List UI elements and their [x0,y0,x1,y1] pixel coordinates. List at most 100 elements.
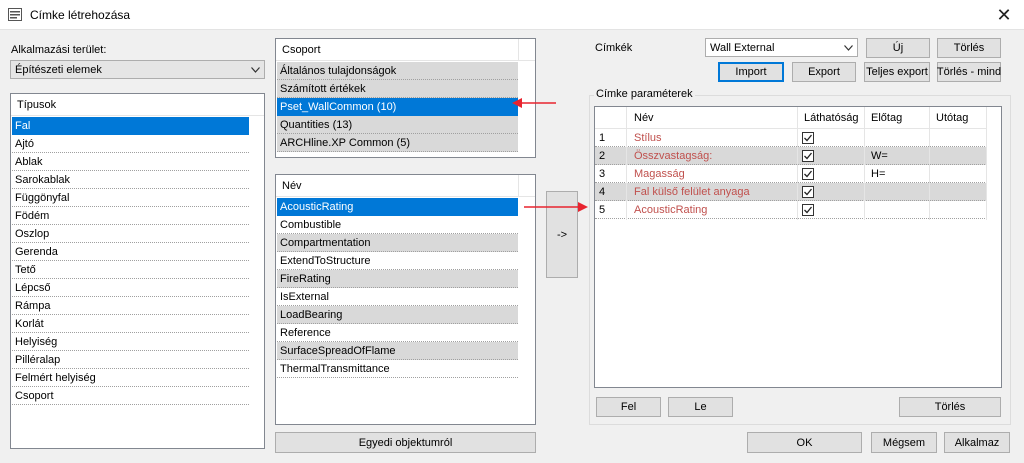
list-item-label: FireRating [280,273,331,285]
list-item[interactable]: Pset_WallCommon (10) [277,98,518,116]
name-list[interactable]: Név AcousticRating Combustible Compartment… [275,174,536,425]
list-item[interactable]: LoadBearing [277,306,518,324]
list-item[interactable]: Csoport [12,387,249,405]
list-item[interactable]: Combustible [277,216,518,234]
move-down-button[interactable]: Le [668,397,733,417]
types-header-label: Típusok [17,99,57,111]
params-grid[interactable]: Név Láthatóság Előtag Utótag 1 Stílus 2 Öss… [594,106,1002,388]
list-item[interactable]: SurfaceSpreadOfFlame [277,342,518,360]
close-icon[interactable]: ✕ [988,2,1020,28]
list-item-label: Helyiség [15,336,58,348]
delete-row-button[interactable]: Törlés [899,397,1001,417]
list-item[interactable]: Számított értékek [277,80,518,98]
list-item[interactable]: FireRating [277,270,518,288]
name-list-header: Név [276,175,535,197]
list-item[interactable]: IsExternal [277,288,518,306]
list-item-label: ExtendToStructure [280,255,371,267]
list-item-label: Oszlop [15,228,50,240]
import-button[interactable]: Import [718,62,784,82]
group-header-label: Csoport [282,44,321,56]
list-item[interactable]: Rámpa [12,297,249,315]
list-item-label: IsExternal [280,291,329,303]
list-item-label: Lépcső [15,282,51,294]
col-prefix-header: Előtag [871,112,903,124]
list-item[interactable]: Gerenda [12,243,249,261]
list-item[interactable]: ExtendToStructure [277,252,518,270]
list-item[interactable]: Oszlop [12,225,249,243]
list-item-label: Függönyfal [15,192,70,204]
delete-all-button[interactable]: Törlés - mind [937,62,1001,82]
list-item-label: Tető [15,264,36,276]
list-item[interactable]: Compartmentation [277,234,518,252]
list-item-label: Általános tulajdonságok [280,65,397,77]
checkbox-icon[interactable] [802,132,814,144]
row-name: Stílus [634,132,662,144]
row-num: 3 [599,168,606,180]
row-num: 2 [599,150,606,162]
list-item[interactable]: Lépcső [12,279,249,297]
app-icon [8,8,22,21]
col-name-header: Név [634,112,654,124]
list-item[interactable]: ARCHline.XP Common (5) [277,134,518,152]
list-item-label: Pset_WallCommon (10) [280,101,397,113]
list-item[interactable]: Általános tulajdonságok [277,62,518,80]
header-separator [518,175,519,197]
list-item-label: Gerenda [15,246,58,258]
area-select-value: Építészeti elemek [15,63,102,76]
arrow-right-icon [524,202,588,212]
export-button[interactable]: Export [792,62,856,82]
types-list[interactable]: Típusok Fal Ajtó Ablak Sarokablak Függönyfal… [10,93,265,449]
list-item-label: Fal [15,120,31,132]
checkbox-icon[interactable] [802,168,814,180]
list-item-label: Quantities (13) [280,119,353,131]
list-item[interactable]: ThermalTransmittance [277,360,518,378]
list-item[interactable]: Sarokablak [12,171,249,189]
row-num: 5 [599,204,606,216]
list-item[interactable]: Helyiség [12,333,249,351]
row-num: 4 [599,186,606,198]
full-export-button[interactable]: Teljes export [864,62,930,82]
custom-object-button[interactable]: Egyedi objektumról [275,432,536,453]
list-item-label: Felmért helyiség [15,372,96,384]
move-up-button[interactable]: Fel [596,397,661,417]
list-item[interactable]: Pilléralap [12,351,249,369]
list-item-label: Reference [280,327,331,339]
name-header-label: Név [282,180,302,192]
list-item-label: Csoport [15,390,54,402]
list-item[interactable]: Tető [12,261,249,279]
checkbox-icon[interactable] [802,204,814,216]
chevron-down-icon [251,66,260,73]
list-item[interactable]: Függönyfal [12,189,249,207]
group-list[interactable]: Csoport Általános tulajdonságok Számított… [275,38,536,158]
list-item[interactable]: Reference [277,324,518,342]
list-item[interactable]: Quantities (13) [277,116,518,134]
list-item-label: Combustible [280,219,342,231]
apply-button[interactable]: Alkalmaz [944,432,1010,453]
list-item-label: ARCHline.XP Common (5) [280,137,411,149]
window-title: Címke létrehozása [30,8,131,22]
list-item[interactable]: Ajtó [12,135,249,153]
checkbox-icon[interactable] [802,186,814,198]
area-label: Alkalmazási terület: [11,44,107,56]
cancel-button[interactable]: Mégsem [871,432,937,453]
ok-button[interactable]: OK [747,432,862,453]
list-item[interactable]: Ablak [12,153,249,171]
col-divider [797,107,798,220]
list-item[interactable]: Felmért helyiség [12,369,249,387]
list-item[interactable]: Födém [12,207,249,225]
row-prefix: H= [871,168,886,180]
types-list-header: Típusok [11,94,264,116]
list-item-label: SurfaceSpreadOfFlame [280,345,396,357]
labels-select[interactable]: Wall External [705,38,858,57]
list-item-label: Ablak [15,156,43,168]
new-label-button[interactable]: Új [866,38,930,58]
list-item[interactable]: Korlát [12,315,249,333]
delete-label-button[interactable]: Törlés [937,38,1001,58]
list-item[interactable]: Fal [12,117,249,135]
list-item[interactable]: AcousticRating [277,198,518,216]
checkbox-icon[interactable] [802,150,814,162]
col-suffix-header: Utótag [936,112,969,124]
col-divider [626,107,627,220]
list-item-label: Compartmentation [280,237,371,249]
area-select[interactable]: Építészeti elemek [10,60,265,79]
